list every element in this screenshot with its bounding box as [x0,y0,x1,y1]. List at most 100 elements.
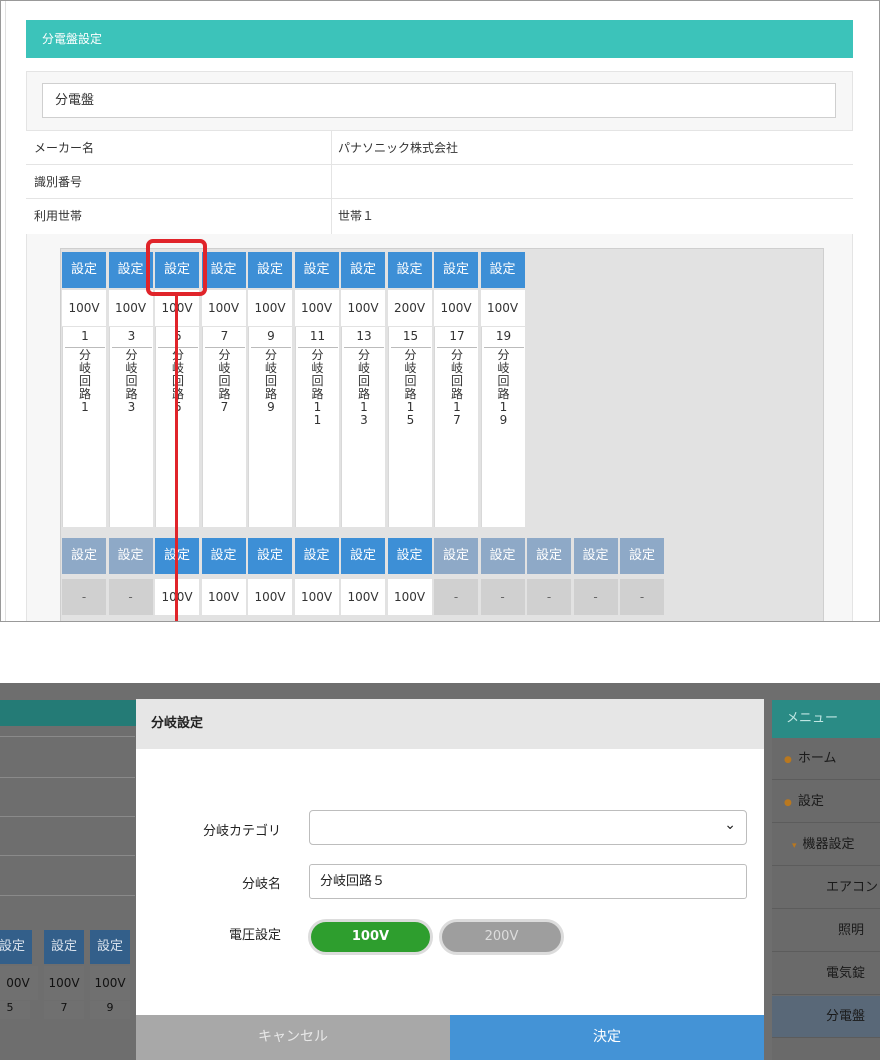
menu-item-device-settings[interactable]: ▾ 機器設定 [772,824,880,866]
menu-item-home[interactable]: ● ホーム [772,738,880,780]
voltage-value: 200V [387,290,432,326]
set-button[interactable]: 設定 [201,252,246,288]
category-select[interactable]: ⌄ [309,810,747,845]
background-number: 7 [44,1001,84,1019]
set-button[interactable]: 設定 [480,252,525,288]
branch-settings-modal: 分岐設定 分岐カテゴリ ⌄ 分岐名 分岐回路５ 電圧設定 100V 200V キ… [136,699,764,1060]
household-label: 利用世帯 [34,209,83,223]
circuit-name: 分岐回路17 [450,348,463,427]
set-button[interactable]: 設定 [434,538,478,574]
arrow-line [175,296,178,621]
circuit-name: 分岐回路9 [264,348,277,414]
voltage-value: 100V [341,290,385,326]
set-button[interactable]: 設定 [480,538,525,574]
voltage-value: - [620,579,664,615]
background-number: 5 [0,1001,30,1019]
circuit-info: 19 分岐回路 1 9 [480,327,525,527]
set-button[interactable]: 設定 [387,252,432,288]
circuit-number: 3 [127,329,136,343]
set-button[interactable]: 設定 [620,538,664,574]
set-button[interactable]: 設定 [294,252,339,288]
set-button[interactable]: 設定 [341,252,385,288]
voltage-200-button[interactable]: 200V [439,919,564,955]
background-voltage: 00V [0,966,38,1000]
voltage-value: 100V [108,290,153,326]
chevron-down-icon: ⌄ [724,817,736,833]
voltage-value: - [527,579,571,615]
voltage-value: - [573,579,618,615]
id-label: 識別番号 [34,175,83,189]
background-voltage: 100V [44,966,84,1000]
set-button[interactable]: 設定 [201,538,246,574]
background-number: 9 [90,1001,130,1019]
circuit-name: 分岐回路5 [156,349,200,414]
background-row-line [0,855,135,856]
voltage-value: - [62,579,106,615]
id-value [331,165,338,200]
board-name-field[interactable]: 分電盤 [42,83,836,118]
circuit-name: 分岐回路7 [218,348,231,414]
background-row-line [0,895,135,896]
voltage-value: 100V [248,290,292,326]
edge-line [5,1,6,621]
menu-item-panel[interactable]: 分電盤 [772,996,880,1038]
maker-label: メーカー名 [34,141,95,155]
voltage-label: 電圧設定 [228,928,281,943]
home-icon: ● [784,755,792,765]
circuit-info: 17 分岐回路 1 7 [434,327,478,527]
circuit-name: 分岐回路19 [497,348,510,427]
circuit-info: 9 分岐回路9 [248,327,292,527]
gear-icon: ● [784,798,792,808]
modal-title: 分岐設定 [136,699,764,749]
voltage-value: 100V [480,290,525,326]
cancel-button[interactable]: キャンセル [136,1015,450,1060]
voltage-100-button[interactable]: 100V [308,919,433,955]
chevron-down-icon: ▾ [792,841,797,851]
circuit-name: 分岐回路3 [125,348,138,414]
set-button[interactable]: 設定 [387,538,432,574]
set-button[interactable]: 設定 [527,538,571,574]
menu-title: メニュー [772,700,880,738]
background-row-line [0,777,135,778]
voltage-value: - [434,579,478,615]
voltage-value: 100V [387,579,432,615]
branch-name-label: 分岐名 [241,877,281,892]
set-button[interactable]: 設定 [248,538,292,574]
voltage-value: - [108,579,153,615]
voltage-value: 100V [201,579,246,615]
menu-item-electric-lock[interactable]: 電気錠 [772,953,880,995]
voltage-value: 100V [341,579,385,615]
set-button[interactable]: 設定 [341,538,385,574]
menu-item-aircon[interactable]: エアコン [772,867,880,909]
circuit-info: 7 分岐回路7 [201,327,246,527]
circuit-name: 分岐回路1 [78,348,91,414]
background-voltage: 100V [90,966,130,1000]
circuit-name: 分岐回路11 [311,348,324,427]
info-row-id: 識別番号 [26,164,853,200]
voltage-value: - [480,579,525,615]
set-button[interactable]: 設定 [248,252,292,288]
circuit-number: 17 [449,329,465,343]
menu-item-lighting[interactable]: 照明 [772,910,880,952]
circuit-number: 7 [220,329,229,343]
branch-name-input[interactable]: 分岐回路５ [309,864,747,899]
confirm-button[interactable]: 決定 [450,1015,764,1060]
menu-item-settings[interactable]: ● 設定 [772,781,880,823]
voltage-value: 100V [201,290,246,326]
circuit-info: 13 分岐回路 1 3 [341,327,385,527]
side-menu: メニュー ● ホーム ● 設定 ▾ 機器設定 エアコン 照明 電気錠 分電盤 [772,700,880,1060]
circuit-name: 分岐回路13 [357,348,370,427]
highlight-box [146,239,207,296]
set-button[interactable]: 設定 [573,538,618,574]
voltage-value: 100V [294,290,339,326]
branch-settings-screen: 設定 設定 設定 00V 100V 100V 5 7 9 メニュー ● ホーム ●… [0,683,880,1060]
set-button[interactable]: 設定 [62,252,106,288]
circuit-info: 15 分岐回路 1 5 [387,327,432,527]
set-button[interactable]: 設定 [62,538,106,574]
background-set-button: 設定 [44,930,84,964]
set-button[interactable]: 設定 [434,252,478,288]
set-button[interactable]: 設定 [294,538,339,574]
background-set-button: 設定 [0,930,32,964]
household-value: 世帯１ [331,199,374,234]
set-button[interactable]: 設定 [108,538,153,574]
